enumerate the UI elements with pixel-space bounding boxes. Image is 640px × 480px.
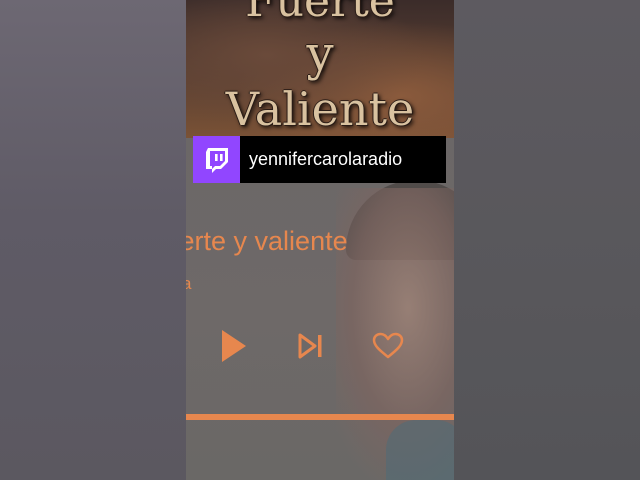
twitch-channel-badge[interactable]: yennifercarolaradio bbox=[193, 136, 446, 183]
video-frame[interactable]: Fuerte y Valiente Fuerte y valiente a bbox=[186, 0, 454, 480]
twitch-channel-name: yennifercarolaradio bbox=[249, 149, 403, 169]
song-artist: a bbox=[186, 274, 192, 293]
skip-next-icon[interactable] bbox=[298, 332, 324, 360]
song-title: Fuerte y valiente bbox=[186, 226, 348, 256]
progress-bar[interactable] bbox=[186, 414, 454, 420]
heart-icon[interactable] bbox=[372, 332, 404, 360]
left-background bbox=[0, 0, 186, 480]
right-background bbox=[454, 0, 640, 480]
twitch-icon bbox=[205, 147, 228, 173]
twitch-logo-box bbox=[193, 136, 240, 183]
player-overlay: Fuerte y valiente a bbox=[186, 0, 454, 480]
progress-fill bbox=[186, 414, 454, 420]
play-icon[interactable] bbox=[220, 328, 248, 364]
